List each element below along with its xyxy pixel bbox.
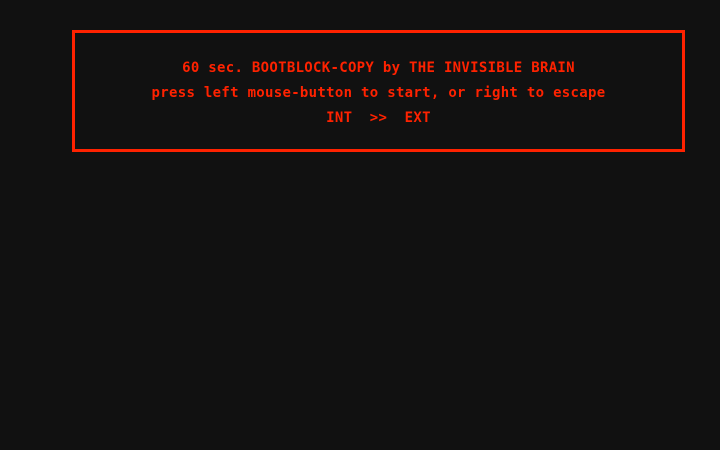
dialog-title: 60 sec. BOOTBLOCK-COPY by THE INVISIBLE … (182, 60, 575, 76)
screen[interactable]: 60 sec. BOOTBLOCK-COPY by THE INVISIBLE … (0, 0, 720, 450)
dialog-instruction: press left mouse-button to start, or rig… (151, 85, 606, 101)
bootblock-copy-dialog: 60 sec. BOOTBLOCK-COPY by THE INVISIBLE … (72, 30, 685, 152)
copy-direction-indicator: INT >> EXT (326, 110, 431, 126)
